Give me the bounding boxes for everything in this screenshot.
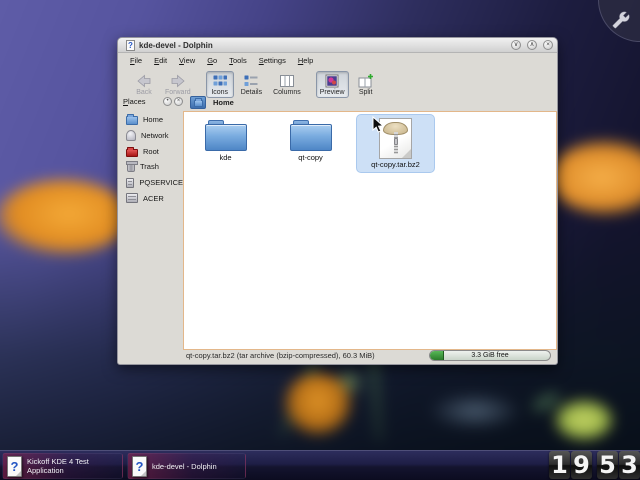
file-item-kde[interactable]: kde <box>186 114 265 173</box>
place-root[interactable]: Root <box>123 143 183 159</box>
free-space-bar: 3.3 GiB free <box>429 350 551 361</box>
folder-icon <box>290 120 332 151</box>
file-name: qt-copy.tar.bz2 <box>357 160 434 169</box>
root-drive-icon <box>126 149 138 157</box>
minimize-button[interactable]: ∨ <box>511 40 521 50</box>
back-button[interactable]: Back <box>130 71 158 98</box>
places-panel: Home Network Root Trash PQSERVICE ACER <box>123 112 183 206</box>
breadcrumb-home[interactable]: Home <box>213 98 234 107</box>
wrench-icon <box>612 11 630 29</box>
question-doc-icon: ? <box>7 456 22 477</box>
menu-go[interactable]: Go <box>201 54 223 67</box>
file-item-qt-copy-tar-bz2[interactable]: qt-copy.tar.bz2 <box>356 114 435 173</box>
places-title: Places <box>123 97 161 106</box>
question-doc-icon: ? <box>132 456 147 477</box>
task-title: kde-devel - Dolphin <box>152 462 217 471</box>
taskbar: ? Kickoff KDE 4 Test Application ? kde-d… <box>0 450 640 480</box>
statusbar: qt-copy.tar.bz2 (tar archive (bzip-compr… <box>118 348 557 363</box>
trash-icon <box>127 162 135 172</box>
drive-icon <box>126 193 138 203</box>
maximize-button[interactable]: ∧ <box>527 40 537 50</box>
desktop: ? kde-devel - Dolphin ∨ ∧ × File Edit Vi… <box>0 0 640 480</box>
split-view-icon <box>356 73 376 89</box>
menubar: File Edit View Go Tools Settings Help <box>118 53 557 68</box>
flower-blur-yellow <box>555 400 613 440</box>
menu-tools[interactable]: Tools <box>223 54 253 67</box>
columns-view-button[interactable]: Columns <box>269 71 305 98</box>
clock-minutes: 5 3 <box>597 451 640 479</box>
task-title: Kickoff KDE 4 Test Application <box>27 457 116 475</box>
place-network[interactable]: Network <box>123 128 183 144</box>
window-title: kde-devel - Dolphin <box>139 41 505 50</box>
file-view[interactable]: kde qt-copy qt-copy.tar.bz2 <box>183 111 557 350</box>
menu-help[interactable]: Help <box>292 54 319 67</box>
file-name: kde <box>186 153 265 162</box>
icons-view-icon <box>210 73 230 89</box>
status-info-text: qt-copy.tar.bz2 (tar archive (bzip-compr… <box>186 351 429 360</box>
flower-blur-right <box>550 140 640 215</box>
network-icon <box>126 130 136 141</box>
taskbar-item-dolphin[interactable]: ? kde-devel - Dolphin <box>127 453 246 479</box>
details-view-icon <box>241 73 262 89</box>
back-arrow-icon <box>134 73 154 89</box>
dolphin-window: ? kde-devel - Dolphin ∨ ∧ × File Edit Vi… <box>117 37 558 365</box>
place-pqservice[interactable]: PQSERVICE <box>123 175 183 191</box>
free-space-fill <box>430 351 444 360</box>
titlebar[interactable]: ? kde-devel - Dolphin ∨ ∧ × <box>118 38 557 53</box>
flower-blur-bottom <box>285 373 351 435</box>
digital-clock: 1 9 5 3 <box>549 451 640 479</box>
places-close-button[interactable]: × <box>174 97 183 106</box>
place-acer[interactable]: ACER <box>123 190 183 206</box>
clock-hours: 1 9 <box>549 451 592 479</box>
menu-edit[interactable]: Edit <box>148 54 173 67</box>
background-haze <box>430 393 520 429</box>
columns-label: Columns <box>273 89 301 96</box>
preview-icon <box>320 73 345 89</box>
breadcrumb-home-icon[interactable] <box>190 96 206 109</box>
forward-arrow-icon <box>165 73 191 89</box>
split-view-button[interactable]: Split <box>352 71 380 98</box>
preview-button[interactable]: Preview <box>316 71 349 98</box>
drive-icon <box>126 178 134 188</box>
menu-file[interactable]: File <box>124 54 148 67</box>
back-label: Back <box>136 89 152 96</box>
split-label: Split <box>359 89 373 96</box>
toolbar: Back Forward Icons <box>118 68 557 100</box>
icons-view-button[interactable]: Icons <box>206 71 234 98</box>
forward-button[interactable]: Forward <box>161 71 195 98</box>
details-label: Details <box>241 89 262 96</box>
flower-blur-left <box>0 180 130 255</box>
window-icon: ? <box>126 40 135 51</box>
file-item-qt-copy[interactable]: qt-copy <box>271 114 350 173</box>
columns-view-icon <box>273 73 301 89</box>
file-name: qt-copy <box>271 153 350 162</box>
menu-view[interactable]: View <box>173 54 201 67</box>
folder-icon <box>205 120 247 151</box>
place-home[interactable]: Home <box>123 112 183 128</box>
home-folder-icon <box>126 116 138 125</box>
mouse-cursor <box>372 116 384 139</box>
preview-label: Preview <box>320 89 345 96</box>
close-button[interactable]: × <box>543 40 553 50</box>
details-view-button[interactable]: Details <box>237 71 266 98</box>
menu-settings[interactable]: Settings <box>253 54 292 67</box>
places-panel-header: Places • × <box>123 97 183 106</box>
forward-label: Forward <box>165 89 191 96</box>
places-float-button[interactable]: • <box>163 97 172 106</box>
breadcrumb: Home <box>190 95 234 110</box>
place-trash[interactable]: Trash <box>123 159 183 175</box>
free-space-label: 3.3 GiB free <box>471 352 508 359</box>
taskbar-item-kickoff[interactable]: ? Kickoff KDE 4 Test Application <box>2 453 123 479</box>
